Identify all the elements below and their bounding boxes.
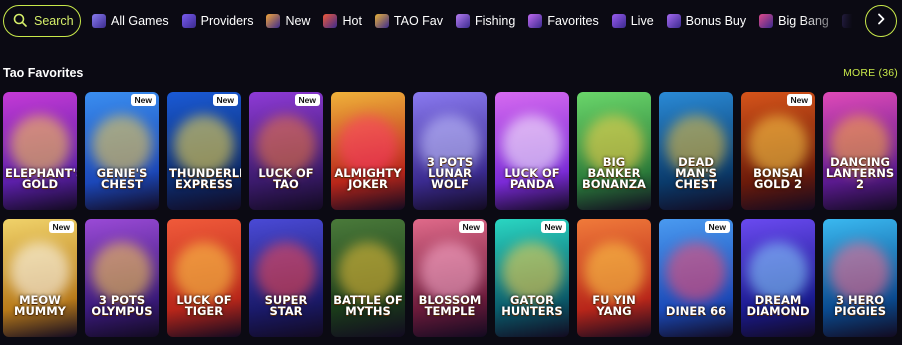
- more-link[interactable]: MORE (36): [843, 67, 898, 79]
- new-badge: New: [540, 221, 566, 233]
- game-card[interactable]: Fu Yin Yang: [577, 219, 651, 337]
- game-title: Gator Hunters: [501, 293, 563, 318]
- game-title: Luck of Panda: [504, 166, 560, 191]
- game-title: Genie's Chest: [96, 166, 148, 191]
- new-badge: New: [48, 221, 74, 233]
- dice-icon: [181, 14, 196, 28]
- game-title: Battle of Myths: [333, 293, 403, 318]
- game-card[interactable]: Bonsai Gold 2 New: [741, 92, 815, 210]
- game-title: 3 Pots Lunar Wolf: [426, 155, 474, 191]
- game-title: Luck of Tao: [258, 166, 314, 191]
- nav-next-button[interactable]: [865, 5, 897, 37]
- game-title: Dead Man's Chest: [674, 155, 718, 191]
- game-card[interactable]: Elephant's Gold: [3, 92, 77, 210]
- nav-item-label: Bonus Buy: [685, 14, 747, 28]
- section-title: Tao Favorites: [3, 66, 84, 80]
- game-title: Fu Yin Yang: [592, 293, 636, 318]
- game-card[interactable]: Blossom Temple New: [413, 219, 487, 337]
- top-nav-bar: Search All Games Providers New Hot TAO Fav Fi…: [0, 0, 902, 44]
- flame-icon: [323, 14, 338, 28]
- game-card[interactable]: Genie's Chest New: [85, 92, 159, 210]
- nav-item-label: TAO Fav: [393, 14, 444, 28]
- game-title: Thunderline Express: [169, 166, 241, 191]
- game-card[interactable]: Battle of Myths: [331, 219, 405, 337]
- fish-icon: [456, 14, 471, 28]
- game-card[interactable]: Dream Diamond: [741, 219, 815, 337]
- game-card[interactable]: Thunderline Express New: [167, 92, 241, 210]
- new-badge: New: [212, 94, 238, 106]
- new-badge: New: [704, 221, 730, 233]
- game-title: Bonsai Gold 2: [753, 166, 803, 191]
- game-title: 3 Hero Piggies: [833, 293, 886, 318]
- game-title: Dancing Lanterns 2: [825, 155, 895, 191]
- game-card[interactable]: Almighty Joker: [331, 92, 405, 210]
- nav-item-bonus-buy[interactable]: Bonus Buy: [666, 14, 747, 28]
- slot-icon: [759, 14, 774, 28]
- nav-item-label: Providers: [200, 14, 254, 28]
- star-icon: [266, 14, 281, 28]
- category-nav: All Games Providers New Hot TAO Fav Fishing Fa…: [92, 0, 860, 42]
- nav-item-label: Live: [630, 14, 654, 28]
- game-card[interactable]: Gator Hunters New: [495, 219, 569, 337]
- nav-item-label: New: [285, 14, 311, 28]
- nav-item-tao-fav[interactable]: TAO Fav: [374, 14, 444, 28]
- game-title: Luck of Tiger: [176, 293, 232, 318]
- nav-item-providers[interactable]: Providers: [181, 14, 254, 28]
- game-card[interactable]: 3 Pots Olympus: [85, 219, 159, 337]
- game-card[interactable]: 3 Hero Piggies: [823, 219, 897, 337]
- nav-item-all-games[interactable]: All Games: [92, 14, 169, 28]
- crown-icon: [374, 14, 389, 28]
- game-card[interactable]: Luck of Panda: [495, 92, 569, 210]
- search-label: Search: [34, 14, 74, 28]
- nav-item-hot[interactable]: Hot: [323, 14, 362, 28]
- game-title: Big Banker Bonanza: [582, 155, 646, 191]
- nav-item-label: Favorites: [547, 14, 599, 28]
- game-art: [666, 242, 726, 303]
- more-label: MORE: [843, 67, 876, 79]
- game-card[interactable]: Dead Man's Chest: [659, 92, 733, 210]
- game-title: Super Star: [264, 293, 308, 318]
- nav-item-label: Fishing: [475, 14, 516, 28]
- game-card[interactable]: Meow Mummy New: [3, 219, 77, 337]
- game-title: Elephant's Gold: [5, 166, 77, 191]
- game-card[interactable]: Super Star: [249, 219, 323, 337]
- bag-icon: [666, 14, 681, 28]
- game-grid: Elephant's GoldGenie's ChestNewThunderli…: [3, 92, 902, 337]
- game-card[interactable]: Luck of Tao New: [249, 92, 323, 210]
- search-button[interactable]: Search: [3, 5, 81, 37]
- game-card[interactable]: Diner 66 New: [659, 219, 733, 337]
- game-card[interactable]: Big Banker Bonanza: [577, 92, 651, 210]
- game-title: 3 Pots Olympus: [91, 293, 153, 318]
- live-icon: [611, 14, 626, 28]
- game-title: Almighty Joker: [334, 166, 402, 191]
- more-count: (36): [878, 67, 898, 79]
- search-icon: [13, 13, 27, 30]
- new-badge: New: [458, 221, 484, 233]
- game-card[interactable]: Luck of Tiger: [167, 219, 241, 337]
- nav-fade-overlay: [800, 0, 870, 42]
- chevron-right-icon: [875, 12, 887, 30]
- nav-item-new[interactable]: New: [266, 14, 310, 28]
- game-card[interactable]: 3 Pots Lunar Wolf: [413, 92, 487, 210]
- game-title: Diner 66: [665, 304, 727, 318]
- heart-icon: [528, 14, 543, 28]
- nav-item-label: Hot: [342, 14, 362, 28]
- game-title: Blossom Temple: [418, 293, 482, 318]
- nav-item-live[interactable]: Live: [611, 14, 654, 28]
- new-badge: New: [294, 94, 320, 106]
- nav-item-fishing[interactable]: Fishing: [456, 14, 515, 28]
- new-badge: New: [130, 94, 156, 106]
- game-title: Meow Mummy: [14, 293, 66, 318]
- nav-item-favorites[interactable]: Favorites: [528, 14, 599, 28]
- game-card[interactable]: Dancing Lanterns 2: [823, 92, 897, 210]
- nav-item-label: All Games: [111, 14, 169, 28]
- new-badge: New: [786, 94, 812, 106]
- game-title: Dream Diamond: [746, 293, 810, 318]
- grid-icon: [92, 14, 106, 28]
